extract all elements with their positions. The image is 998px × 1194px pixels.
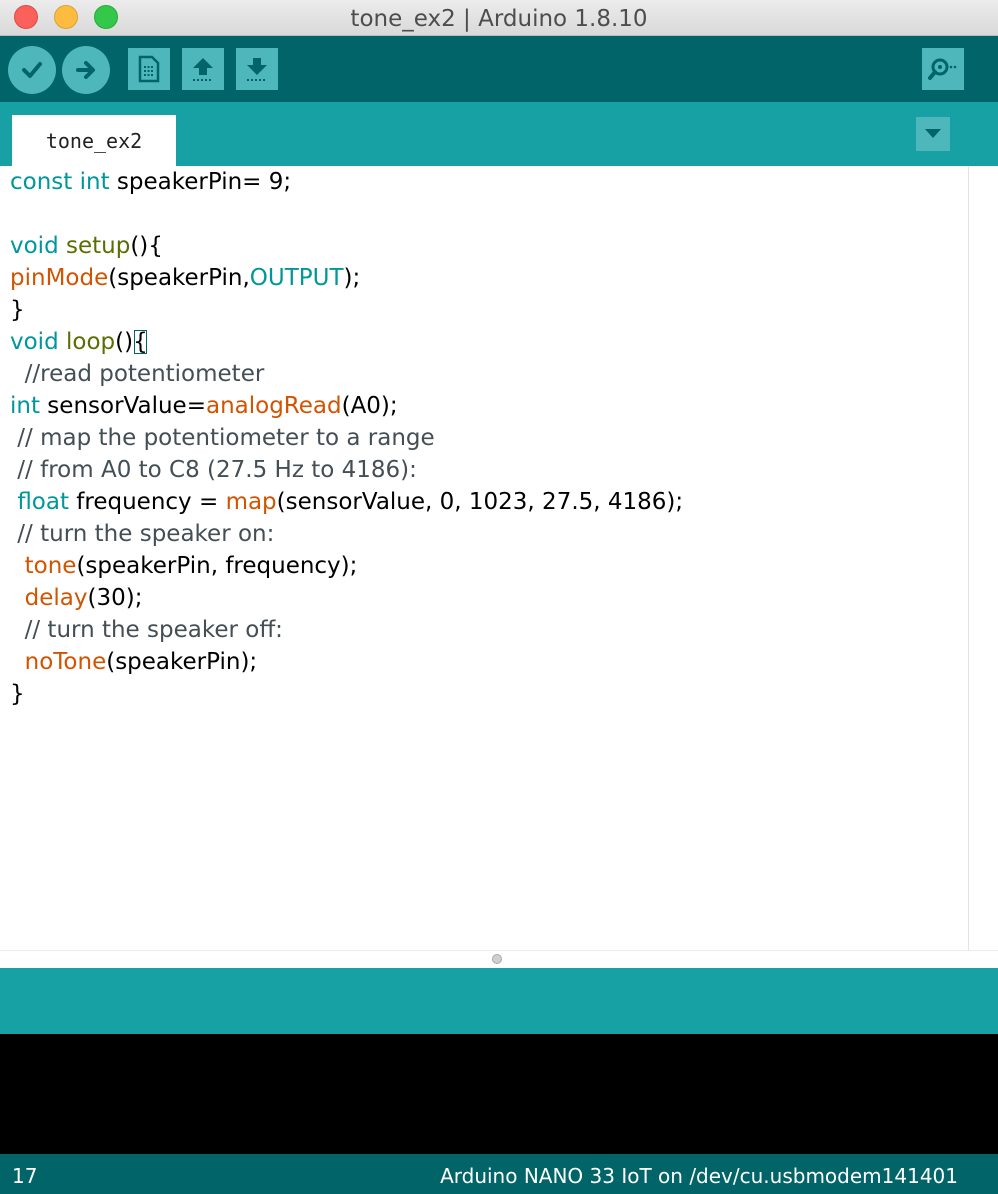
message-area <box>0 968 998 1034</box>
code-line-17: } <box>10 681 25 707</box>
tab-menu-button[interactable] <box>916 117 950 151</box>
editor-scrollbar[interactable] <box>968 166 998 950</box>
code-line-4: pinMode(speakerPin,OUTPUT); <box>10 265 361 291</box>
document-icon <box>138 55 160 83</box>
window-title: tone_ex2 | Arduino 1.8.10 <box>350 6 648 32</box>
verify-button[interactable] <box>8 46 56 94</box>
upload-button[interactable] <box>62 46 110 94</box>
divider-handle[interactable] <box>492 954 502 964</box>
tab-sketch[interactable]: tone_ex2 <box>12 115 176 166</box>
board-port-info: Arduino NANO 33 IoT on /dev/cu.usbmodem1… <box>440 1164 958 1188</box>
code-line-8: int sensorValue=analogRead(A0); <box>10 393 398 419</box>
code-line-15: // turn the speaker off: <box>10 617 283 643</box>
save-sketch-button[interactable] <box>236 48 278 90</box>
console-output[interactable] <box>0 1034 998 1154</box>
code-line-12: // turn the speaker on: <box>10 521 275 547</box>
code-line-13: tone(speakerPin, frequency); <box>24 553 358 579</box>
magnifier-icon <box>928 58 957 80</box>
title-bar: tone_ex2 | Arduino 1.8.10 <box>0 0 998 36</box>
checkmark-icon <box>22 62 42 78</box>
arrow-down-icon <box>247 58 267 81</box>
code-line-9: // map the potentiometer to a range <box>10 425 435 451</box>
serial-monitor-button[interactable] <box>922 48 964 90</box>
code-line-16: noTone(speakerPin); <box>24 649 258 675</box>
code-line-3: void setup(){ <box>10 233 163 259</box>
code-line-6: void loop(){ <box>10 329 148 355</box>
arrow-up-icon <box>193 58 213 81</box>
new-sketch-button[interactable] <box>128 48 170 90</box>
pane-divider[interactable] <box>0 950 998 968</box>
code-line-7: //read potentiometer <box>10 361 265 387</box>
code-line-5: } <box>10 297 25 323</box>
code-editor[interactable]: const int speakerPin= 9; void setup(){ p… <box>0 166 968 950</box>
line-number: 17 <box>12 1164 38 1188</box>
arrow-right-icon <box>76 61 95 79</box>
toolbar <box>0 36 998 102</box>
code-line-10: // from A0 to C8 (27.5 Hz to 4186): <box>10 457 417 483</box>
matched-brace: { <box>133 329 148 355</box>
code-line-11: float frequency = map(sensorValue, 0, 10… <box>17 489 684 515</box>
tab-strip: tone_ex2 <box>0 102 998 166</box>
code-line-1: const int speakerPin= 9; <box>10 169 292 195</box>
triangle-down-icon <box>925 129 941 138</box>
code-line-14: delay(30); <box>24 585 143 611</box>
open-sketch-button[interactable] <box>182 48 224 90</box>
footer-status-bar: 17 Arduino NANO 33 IoT on /dev/cu.usbmod… <box>0 1154 998 1194</box>
